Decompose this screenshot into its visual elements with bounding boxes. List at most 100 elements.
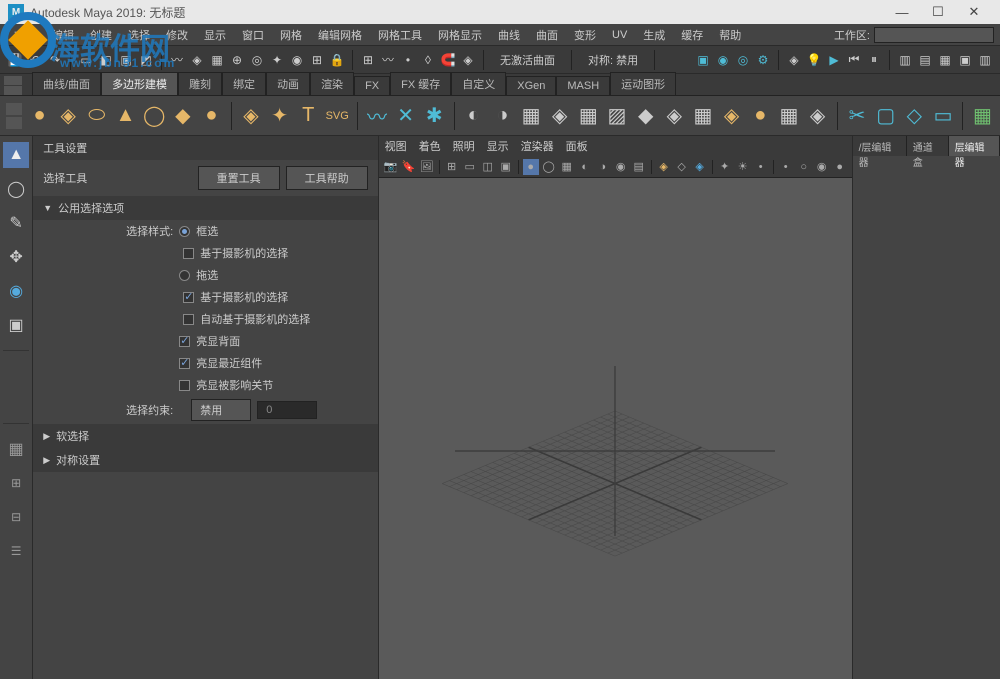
vp-gate-icon[interactable]: ◫ xyxy=(480,159,496,175)
tab-fx[interactable]: FX xyxy=(354,76,390,95)
tab-mash[interactable]: MASH xyxy=(556,76,610,95)
vp-texture-icon[interactable]: ▦ xyxy=(559,159,575,175)
drag-radio[interactable] xyxy=(179,270,190,281)
tab-layer-editor[interactable]: 层编辑器 xyxy=(949,136,1000,156)
sweep-icon[interactable]: 〰 xyxy=(366,102,389,130)
close-button[interactable]: ✕ xyxy=(956,0,992,24)
tab-animation[interactable]: 动画 xyxy=(266,72,310,95)
menu-curves[interactable]: 曲线 xyxy=(490,27,528,43)
vp-aa-icon[interactable]: • xyxy=(753,159,769,175)
tab-poly-modeling[interactable]: 多边形建模 xyxy=(101,72,178,95)
menu-windows[interactable]: 窗口 xyxy=(234,27,272,43)
backfaces-check[interactable] xyxy=(179,336,190,347)
poly-sphere-icon[interactable]: ● xyxy=(28,102,51,130)
type-icon[interactable]: T xyxy=(297,102,320,130)
connect-icon[interactable]: ◇ xyxy=(903,102,926,130)
mask-def-icon[interactable]: ◎ xyxy=(248,51,266,69)
vp-shadow-icon[interactable]: ◑ xyxy=(595,159,611,175)
vp-grid-icon[interactable]: ⊞ xyxy=(444,159,460,175)
common-section-header[interactable]: ▼ 公用选择选项 xyxy=(33,196,377,220)
svg-icon[interactable]: SVG xyxy=(326,102,349,130)
mask-lock-icon[interactable]: 🔒 xyxy=(328,51,346,69)
marquee-cam-check[interactable] xyxy=(183,248,194,259)
tool-help-button[interactable]: 工具帮助 xyxy=(286,166,368,190)
multicut-icon[interactable]: ✂ xyxy=(846,102,869,130)
lasso-tool[interactable]: ◯ xyxy=(3,176,29,202)
vp-menu-renderer[interactable]: 渲染器 xyxy=(521,138,554,154)
panel-toggle2-icon[interactable]: ▤ xyxy=(916,51,934,69)
poly-cone-icon[interactable]: ▲ xyxy=(114,102,137,130)
vp-dot1-icon[interactable]: • xyxy=(778,159,794,175)
vp-xray-icon[interactable]: ◇ xyxy=(674,159,690,175)
render-settings-icon[interactable]: ⚙ xyxy=(754,51,772,69)
layout-single-icon[interactable]: ▦ xyxy=(3,436,29,462)
vp-camera-icon[interactable]: 📷 xyxy=(383,159,399,175)
tab-curves-surfaces[interactable]: 曲线/曲面 xyxy=(32,72,101,95)
select-mode2-icon[interactable]: ◧ xyxy=(97,51,115,69)
soft-section-header[interactable]: ▶ 软选择 xyxy=(33,424,377,448)
tab-custom[interactable]: 自定义 xyxy=(451,72,506,95)
shelf-edit-icon[interactable] xyxy=(6,103,22,115)
layout-four-icon[interactable]: ⊞ xyxy=(3,470,29,496)
rotate-tool[interactable]: ◉ xyxy=(3,278,29,304)
vp-exp-icon[interactable]: ✦ xyxy=(717,159,733,175)
vp-dot3-icon[interactable]: ◉ xyxy=(814,159,830,175)
panel-toggle1-icon[interactable]: ▥ xyxy=(896,51,914,69)
menu-mesh-tools[interactable]: 网格工具 xyxy=(370,27,430,43)
panel-toggle5-icon[interactable]: ▥ xyxy=(976,51,994,69)
symmetry-section-header[interactable]: ▶ 对称设置 xyxy=(33,448,377,472)
collapse-icon[interactable]: ◈ xyxy=(806,102,829,130)
boolean-icon[interactable]: ◈ xyxy=(548,102,571,130)
menu-select[interactable]: 选择 xyxy=(120,27,158,43)
menu-surfaces[interactable]: 曲面 xyxy=(528,27,566,43)
mask-surface-icon[interactable]: ◈ xyxy=(188,51,206,69)
vp-menu-shading[interactable]: 着色 xyxy=(419,138,441,154)
vp-menu-lighting[interactable]: 照明 xyxy=(453,138,475,154)
reset-tool-button[interactable]: 重置工具 xyxy=(198,166,280,190)
quad-draw-icon[interactable]: ✕ xyxy=(394,102,417,130)
vp-menu-panels[interactable]: 面板 xyxy=(566,138,588,154)
undo-icon[interactable]: ↶ xyxy=(26,51,44,69)
affected-check[interactable] xyxy=(179,380,190,391)
vp-bookmark-icon[interactable]: 🔖 xyxy=(401,159,417,175)
pause-icon[interactable]: ⏸ xyxy=(865,51,883,69)
extrude-icon[interactable]: ◈ xyxy=(663,102,686,130)
bevel-icon[interactable]: ◈ xyxy=(720,102,743,130)
select-mode4-icon[interactable]: ◩ xyxy=(137,51,155,69)
workspace-selector[interactable] xyxy=(874,27,994,43)
reduce-icon[interactable]: ▦ xyxy=(577,102,600,130)
tab-layer-editor-a[interactable]: /层编辑器 xyxy=(853,136,907,156)
menu-help[interactable]: 帮助 xyxy=(711,27,749,43)
shelf-menu2-icon[interactable] xyxy=(4,86,22,95)
menu-mesh[interactable]: 网格 xyxy=(272,27,310,43)
vp-res-icon[interactable]: ▣ xyxy=(498,159,514,175)
render-view-icon[interactable]: ▣ xyxy=(694,51,712,69)
vp-light-icon[interactable]: ◐ xyxy=(577,159,593,175)
menu-modify[interactable]: 修改 xyxy=(158,27,196,43)
select-mode-icon[interactable]: ▭ xyxy=(77,51,95,69)
nearest-check[interactable] xyxy=(179,358,190,369)
maximize-button[interactable]: ☐ xyxy=(920,0,956,24)
minimize-button[interactable]: — xyxy=(884,0,920,24)
insert-edge-icon[interactable]: ▭ xyxy=(932,102,955,130)
mask-render-icon[interactable]: ◉ xyxy=(288,51,306,69)
save-icon[interactable]: 💾 xyxy=(6,51,24,69)
platonic-icon[interactable]: ◈ xyxy=(240,102,263,130)
tab-fx-caching[interactable]: FX 缓存 xyxy=(390,72,451,95)
render-icon[interactable]: ◉ xyxy=(714,51,732,69)
menu-generate[interactable]: 生成 xyxy=(635,27,673,43)
tab-rigging[interactable]: 绑定 xyxy=(222,72,266,95)
vp-motion-icon[interactable]: ▤ xyxy=(631,159,647,175)
panel-toggle3-icon[interactable]: ▦ xyxy=(936,51,954,69)
marquee-radio[interactable] xyxy=(179,226,190,237)
append-icon[interactable]: ▦ xyxy=(778,102,801,130)
smooth-icon[interactable]: ▦ xyxy=(520,102,543,130)
drag-cam-check[interactable] xyxy=(183,292,194,303)
viewport-3d[interactable] xyxy=(379,178,852,679)
select-mode3-icon[interactable]: ▣ xyxy=(117,51,135,69)
poly-torus-icon[interactable]: ◯ xyxy=(143,102,166,130)
vp-isolate-icon[interactable]: ◈ xyxy=(656,159,672,175)
vp-shaded-icon[interactable]: ● xyxy=(523,159,539,175)
remesh-icon[interactable]: ▨ xyxy=(606,102,629,130)
menu-deform[interactable]: 变形 xyxy=(566,27,604,43)
